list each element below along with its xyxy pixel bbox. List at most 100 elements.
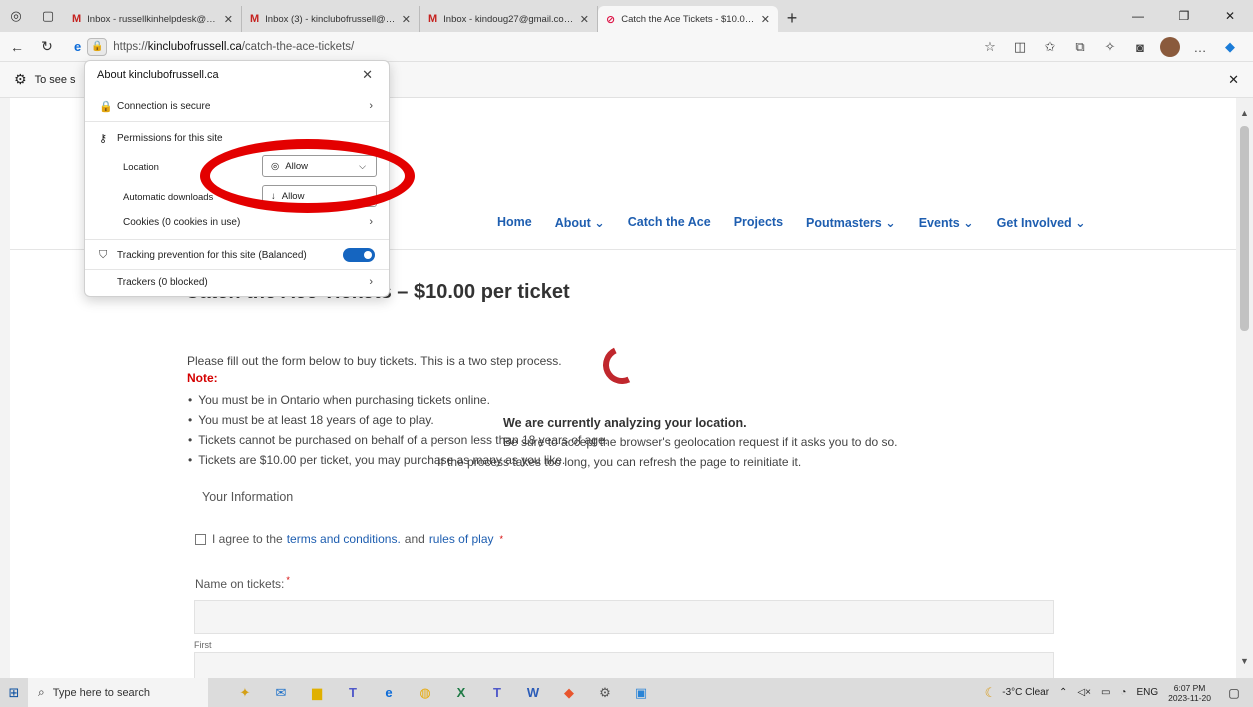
lock-icon[interactable]: 🔒 [87,37,108,56]
close-window-icon[interactable]: ✕ [1207,0,1253,32]
scroll-down-icon[interactable]: ▼ [1236,656,1253,666]
teams-icon[interactable]: T [338,682,368,704]
tracking-toggle[interactable] [343,248,375,262]
settings-gear-icon[interactable]: ⚙ [590,682,620,704]
close-tab-icon[interactable]: ✕ [761,13,770,26]
word-icon[interactable]: W [518,682,548,704]
name-label-text: Name on tickets: [195,577,285,591]
key-icon: ⚷ [99,133,108,145]
required-marker: * [499,534,504,544]
tray-chevron-icon[interactable]: ⌃ [1059,687,1067,698]
favorites-icon[interactable]: ✩ [1035,39,1065,55]
page-scrollbar[interactable]: ▲ ▼ [1236,98,1253,678]
kin-logo-icon: ⊘ [606,13,616,26]
section-your-information: Your Information [202,490,294,504]
close-tab-icon[interactable]: ✕ [224,13,233,26]
rules-of-play-link[interactable]: rules of play [429,532,494,546]
windows-taskbar: ⊞ ⌕ Type here to search ✦ ✉ ▆ T e ◍ X T … [0,678,1253,707]
gear-icon: ⚙ [14,71,27,87]
tab-gmail-1[interactable]: M Inbox - russellkinhelpdesk@gma ✕ [64,6,242,32]
nav-events[interactable]: Events ⌄ [919,215,974,230]
nav-get-involved[interactable]: Get Involved ⌄ [997,215,1086,230]
downloads-label: Automatic downloads [123,192,214,203]
site-navigation: Home About ⌄ Catch the Ace Projects Pout… [497,215,1109,230]
url-field[interactable]: e 🔒 https://kinclubofrussell.ca/catch-th… [74,35,934,59]
tracking-text: Tracking prevention for this site (Balan… [117,249,307,261]
language-indicator[interactable]: ENG [1136,687,1158,698]
connection-row[interactable]: 🔒 Connection is secure › [85,95,389,117]
clock[interactable]: 6:07 PM 2023-11-20 [1168,683,1211,703]
first-name-input[interactable] [194,600,1054,634]
minimize-icon[interactable]: — [1115,0,1161,32]
collections-icon[interactable]: ⧉ [1065,39,1095,55]
trackers-row[interactable]: Trackers (0 blocked) › [85,271,389,293]
permissions-heading: ⚷ Permissions for this site [99,132,223,145]
close-tab-icon[interactable]: ✕ [580,13,589,26]
tab-title: Inbox - russellkinhelpdesk@gma [87,13,218,25]
taskbar-search[interactable]: ⌕ Type here to search [28,678,208,707]
window-controls: — ❐ ✕ [1115,0,1253,32]
analyzing-message-2: If the process takes too long, you can r… [437,455,802,469]
close-popup-icon[interactable]: ✕ [362,67,373,83]
search-icon: ⌕ [38,685,45,699]
paint-icon[interactable]: ◆ [554,682,584,704]
excel-icon[interactable]: X [446,682,476,704]
tab-gmail-2[interactable]: M Inbox (3) - kinclubofrussell@gm ✕ [242,6,420,32]
nav-projects[interactable]: Projects [734,215,783,230]
chevron-right-icon: › [369,216,373,228]
edge-taskbar-icon[interactable]: e [374,682,404,704]
agree-checkbox[interactable] [195,533,206,545]
volume-icon[interactable]: ◁× [1077,687,1091,698]
cookies-text: Cookies (0 cookies in use) [123,216,241,228]
tab-title: Catch the Ace Tickets - $10.00 pe [621,13,755,25]
nav-about[interactable]: About ⌄ [555,215,605,230]
photos-icon[interactable]: ▣ [626,682,656,704]
tab-gmail-3[interactable]: M Inbox - kindoug27@gmail.com - ✕ [420,6,598,32]
file-explorer-icon[interactable]: ▆ [302,682,332,704]
url-prefix: https:// [113,40,148,53]
nav-poutmasters[interactable]: Poutmasters ⌄ [806,215,896,230]
scroll-thumb[interactable] [1240,126,1249,331]
close-infobar-icon[interactable]: ✕ [1228,72,1239,88]
favorite-star-icon[interactable]: ☆ [975,39,1005,55]
scroll-up-icon[interactable]: ▲ [1236,108,1253,118]
nav-home[interactable]: Home [497,215,532,230]
address-bar: ← ↻ e 🔒 https://kinclubofrussell.ca/catc… [0,32,1253,62]
notifications-icon[interactable]: ▢ [1221,686,1247,700]
battery-icon[interactable]: ▭ [1101,687,1110,698]
agree-prefix: I agree to the [212,532,283,546]
chevron-right-icon: › [369,100,373,112]
split-screen-icon[interactable]: ◫ [1005,39,1035,55]
cookies-row[interactable]: Cookies (0 cookies in use) › [85,211,389,233]
copilot-icon[interactable]: ◆ [1215,39,1245,55]
tab-catch-the-ace[interactable]: ⊘ Catch the Ace Tickets - $10.00 pe ✕ [598,6,778,32]
extensions-icon[interactable]: ✧ [1095,39,1125,55]
popup-title: About kinclubofrussell.ca [97,69,219,81]
back-icon[interactable]: ← [4,34,30,60]
tab-actions-icon[interactable]: ▢ [32,0,64,32]
profile-avatar[interactable] [1160,37,1180,57]
more-icon[interactable]: … [1185,40,1215,55]
new-tab-button[interactable]: + [778,4,806,32]
weather-text[interactable]: -3°C Clear [1002,687,1049,698]
close-tab-icon[interactable]: ✕ [402,13,411,26]
last-name-input[interactable] [194,652,1054,678]
terms-link[interactable]: terms and conditions. [287,532,401,546]
required-marker: * [286,575,290,585]
browser-essentials-icon[interactable]: ◙ [1125,40,1155,55]
widgets-icon[interactable]: ✦ [230,682,260,704]
agree-row: I agree to the terms and conditions. and… [195,532,503,546]
teams-2-icon[interactable]: T [482,682,512,704]
tab-title: Inbox - kindoug27@gmail.com - [443,13,574,25]
nav-catch-the-ace[interactable]: Catch the Ace [628,215,711,230]
restore-icon[interactable]: ❐ [1161,0,1207,32]
mail-icon[interactable]: ✉ [266,682,296,704]
workspaces-icon[interactable]: ◎ [0,0,32,32]
red-highlight-ellipse [200,139,415,213]
wifi-icon[interactable]: ◔ [1120,687,1126,698]
divider [85,121,389,122]
refresh-icon[interactable]: ↻ [34,34,60,60]
connection-text: Connection is secure [117,100,211,112]
chrome-canary-icon[interactable]: ◍ [410,682,440,704]
windows-start-icon[interactable]: ⊞ [0,678,28,707]
